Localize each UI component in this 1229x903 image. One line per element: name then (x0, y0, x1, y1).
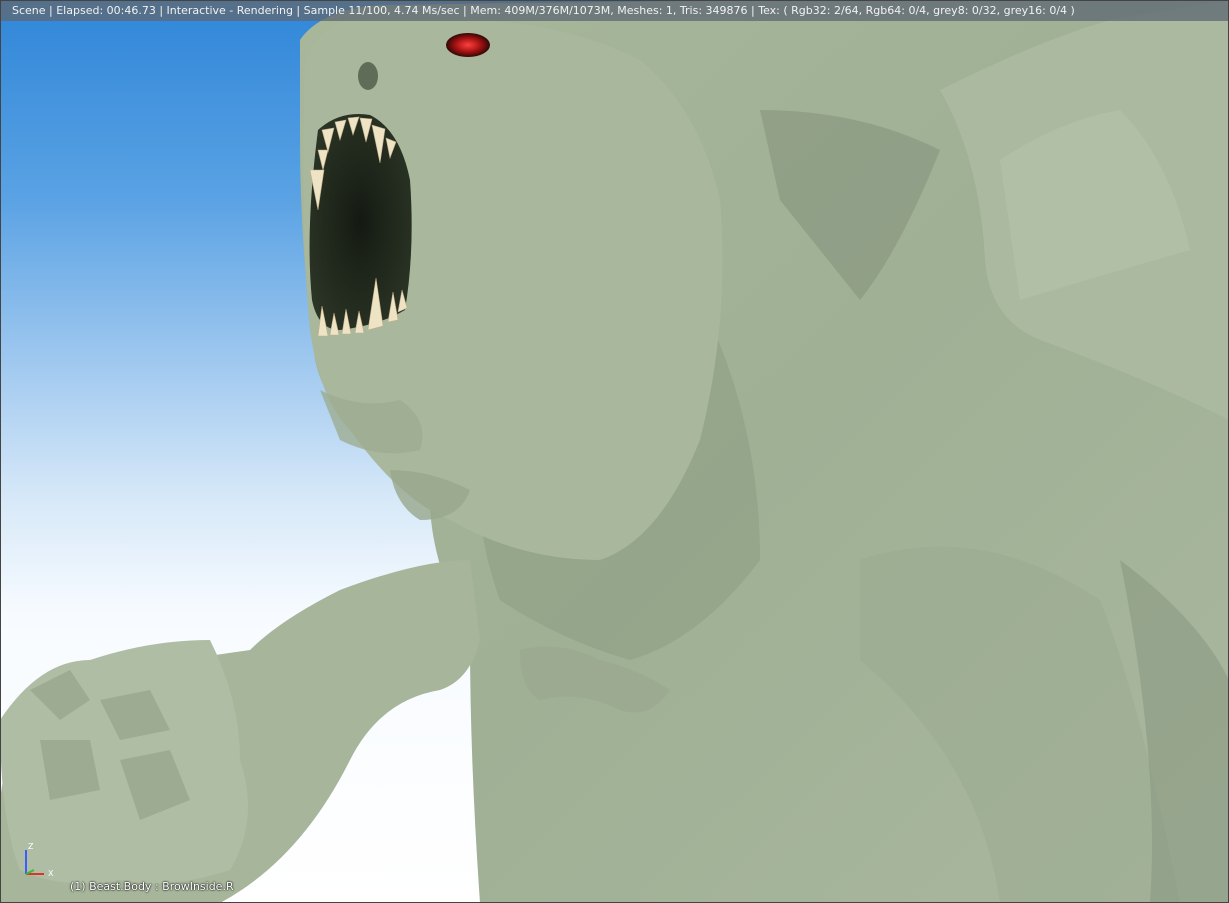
render-status-bar: Scene | Elapsed: 00:46.73 | Interactive … (0, 0, 1229, 21)
3d-viewport[interactable]: Scene | Elapsed: 00:46.73 | Interactive … (0, 0, 1229, 903)
beast-eye (446, 33, 490, 57)
render-status-text: Scene | Elapsed: 00:46.73 | Interactive … (12, 4, 1075, 17)
axis-x-label: X (48, 869, 54, 878)
active-object-label: (1) Beast.Body : BrowInside.R (70, 880, 234, 893)
axis-z-label: Z (28, 842, 34, 851)
beast-mouth (309, 114, 412, 330)
axis-gizmo-icon: Z X (25, 842, 54, 878)
rendered-beast-image (0, 0, 1229, 903)
